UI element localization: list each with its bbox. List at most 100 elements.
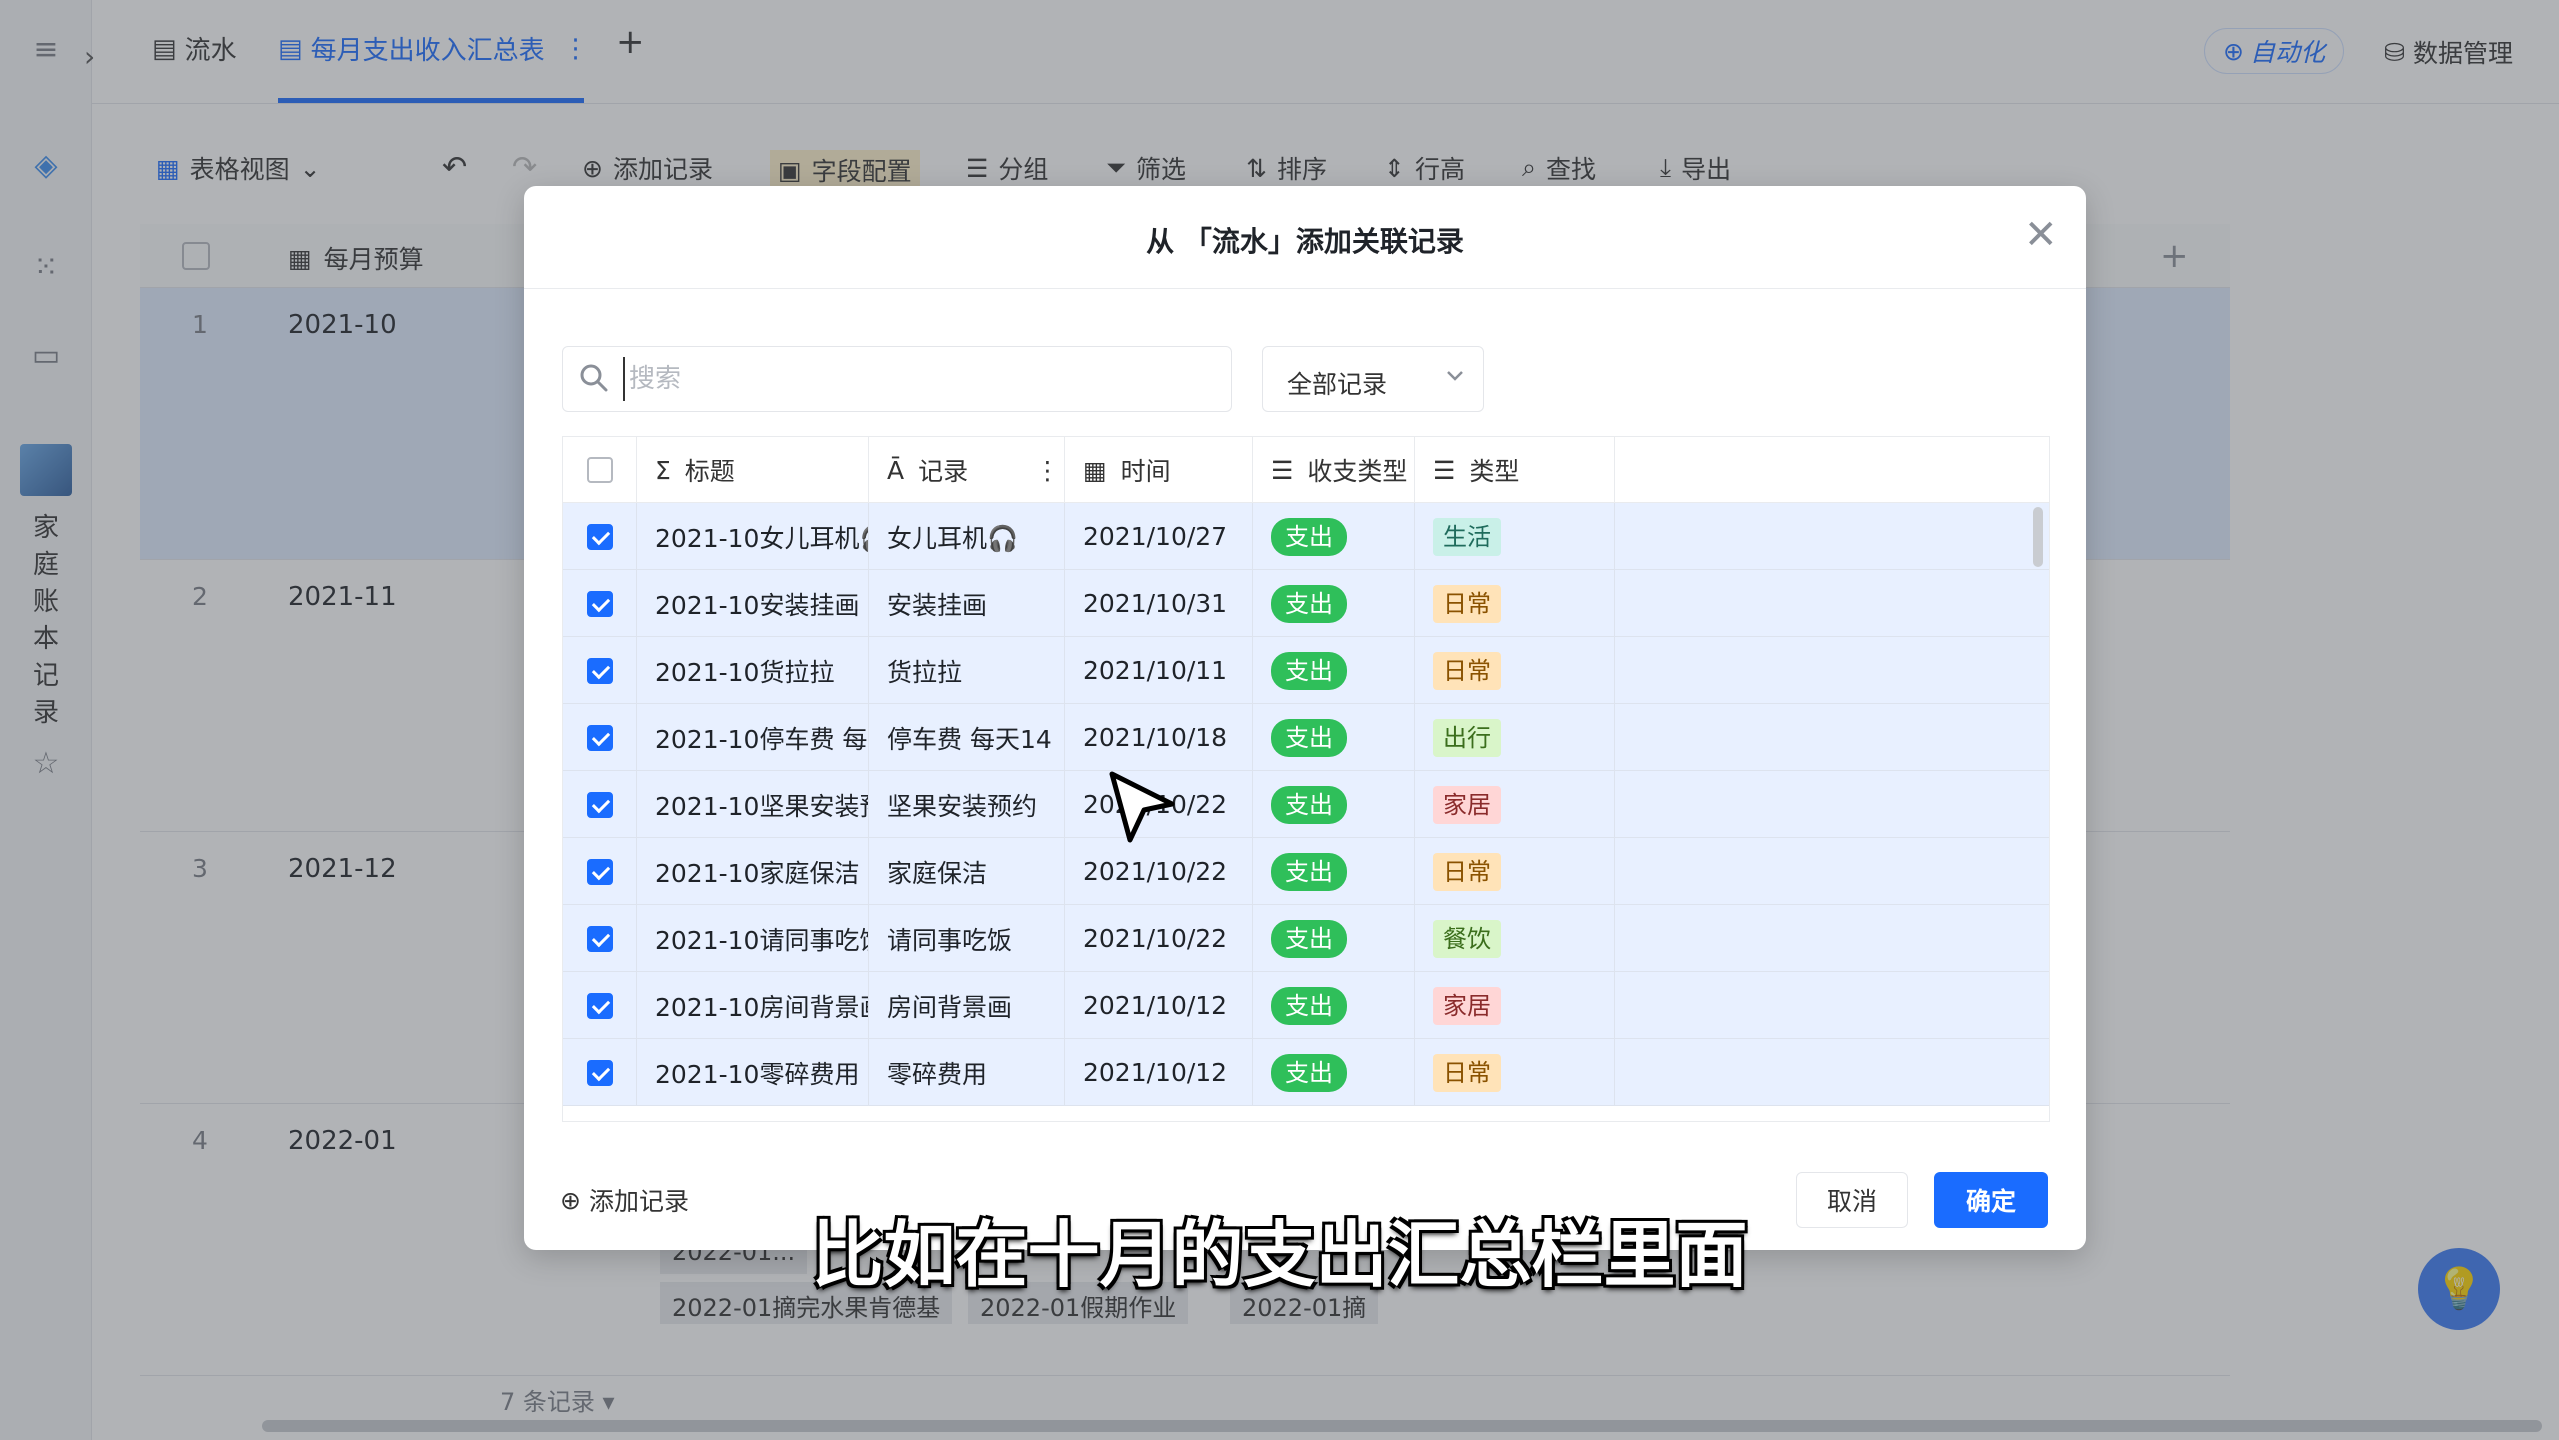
column-header-category[interactable]: ☰ 类型	[1415, 437, 1615, 503]
table-row[interactable]: 2021-10安装挂画 安装挂画 2021/10/31 支出 日常	[563, 570, 2049, 637]
table-row[interactable]: 2021-10女儿耳机🎧 女儿耳机🎧 2021/10/27 支出 生活	[563, 503, 2049, 570]
search-input[interactable]	[623, 357, 1213, 401]
record-filter-select[interactable]: 全部记录	[1262, 346, 1484, 412]
cell-record: 停车费 每天14	[869, 704, 1065, 771]
row-checkbox[interactable]	[587, 858, 613, 885]
cell-record: 安装挂画	[869, 570, 1065, 637]
records-table: Σ 标题 Ā 记录 ⋮ ▦ 时间 ☰ 收支类型 ☰ 类型 2021-10女儿耳机…	[562, 436, 2050, 1122]
cell-category: 出行	[1415, 704, 1615, 771]
search-box	[562, 346, 1232, 412]
cell-date: 2021/10/11	[1065, 637, 1253, 704]
cell-title: 2021-10停车费 每天14	[637, 704, 869, 771]
row-checkbox[interactable]	[587, 724, 613, 751]
table-header: Σ 标题 Ā 记录 ⋮ ▦ 时间 ☰ 收支类型 ☰ 类型	[563, 437, 2049, 503]
cell-date: 2021/10/27	[1065, 503, 1253, 570]
add-linked-record-dialog: 从 「流水」添加关联记录 ✕ 全部记录 Σ 标题 Ā 记录 ⋮	[524, 186, 2086, 1250]
row-checkbox[interactable]	[587, 791, 613, 818]
table-row[interactable]: 2021-10请同事吃饭 请同事吃饭 2021/10/22 支出 餐饮	[563, 905, 2049, 972]
row-checkbox-cell	[563, 1039, 637, 1106]
row-checkbox[interactable]	[587, 1059, 613, 1086]
row-checkbox-cell	[563, 838, 637, 905]
row-checkbox-cell	[563, 503, 637, 570]
row-checkbox[interactable]	[587, 925, 613, 952]
table-row[interactable]: 2021-10零碎费用 零碎费用 2021/10/12 支出 日常	[563, 1039, 2049, 1106]
row-checkbox-cell	[563, 771, 637, 838]
cell-type: 支出	[1253, 972, 1415, 1039]
cell-title: 2021-10坚果安装预约	[637, 771, 869, 838]
cell-type: 支出	[1253, 503, 1415, 570]
category-tag: 家居	[1433, 986, 1501, 1025]
more-icon[interactable]: ⋮	[1035, 456, 1060, 485]
row-checkbox[interactable]	[587, 590, 613, 617]
type-tag: 支出	[1271, 718, 1347, 757]
cell-category: 餐饮	[1415, 905, 1615, 972]
cell-title: 2021-10房间背景画	[637, 972, 869, 1039]
formula-icon: Σ	[655, 455, 671, 485]
type-tag: 支出	[1271, 919, 1347, 958]
column-header-type[interactable]: ☰ 收支类型	[1253, 437, 1415, 503]
row-checkbox[interactable]	[587, 523, 613, 550]
text-field-icon: Ā	[887, 455, 905, 485]
cell-title: 2021-10女儿耳机🎧	[637, 503, 869, 570]
cell-title: 2021-10家庭保洁	[637, 838, 869, 905]
type-tag: 支出	[1271, 852, 1347, 891]
cell-type: 支出	[1253, 905, 1415, 972]
cell-date: 2021/10/12	[1065, 1039, 1253, 1106]
row-checkbox-cell	[563, 637, 637, 704]
cell-date: 2021/10/22	[1065, 905, 1253, 972]
row-checkbox[interactable]	[587, 657, 613, 684]
category-tag: 日常	[1433, 651, 1501, 690]
cell-type: 支出	[1253, 771, 1415, 838]
cell-record: 女儿耳机🎧	[869, 503, 1065, 570]
type-tag: 支出	[1271, 651, 1347, 690]
row-checkbox-cell	[563, 905, 637, 972]
row-checkbox-cell	[563, 972, 637, 1039]
category-tag: 生活	[1433, 517, 1501, 556]
mouse-cursor-icon	[1109, 771, 1175, 843]
cell-record: 请同事吃饭	[869, 905, 1065, 972]
cell-category: 日常	[1415, 838, 1615, 905]
table-row[interactable]: 2021-10房间背景画 房间背景画 2021/10/12 支出 家居	[563, 972, 2049, 1039]
close-icon[interactable]: ✕	[2024, 212, 2058, 258]
table-row[interactable]: 2021-10家庭保洁 家庭保洁 2021/10/22 支出 日常	[563, 838, 2049, 905]
select-all-checkbox[interactable]	[587, 457, 613, 483]
type-tag: 支出	[1271, 785, 1347, 824]
cell-title: 2021-10请同事吃饭	[637, 905, 869, 972]
row-checkbox[interactable]	[587, 992, 613, 1019]
cell-category: 日常	[1415, 637, 1615, 704]
cell-title: 2021-10零碎费用	[637, 1039, 869, 1106]
category-tag: 日常	[1433, 584, 1501, 623]
column-header-record[interactable]: Ā 记录 ⋮	[869, 437, 1065, 503]
header-checkbox-cell	[563, 437, 637, 503]
table-row[interactable]: 2021-10坚果安装预约坚果安装预约2021/10/22支出家居	[563, 771, 2049, 838]
chevron-down-icon	[1447, 371, 1463, 381]
cell-category: 日常	[1415, 570, 1615, 637]
type-tag: 支出	[1271, 584, 1347, 623]
vertical-scrollbar[interactable]	[2033, 507, 2043, 567]
type-tag: 支出	[1271, 1053, 1347, 1092]
dialog-title: 从 「流水」添加关联记录	[1146, 225, 1464, 258]
cell-type: 支出	[1253, 637, 1415, 704]
cell-type: 支出	[1253, 838, 1415, 905]
category-tag: 日常	[1433, 1053, 1501, 1092]
list-icon: ☰	[1271, 455, 1294, 485]
column-header-title[interactable]: Σ 标题	[637, 437, 869, 503]
search-icon	[580, 364, 608, 392]
row-checkbox-cell	[563, 704, 637, 771]
category-tag: 家居	[1433, 785, 1501, 824]
cell-record: 房间背景画	[869, 972, 1065, 1039]
cell-date: 2021/10/18	[1065, 704, 1253, 771]
cell-category: 家居	[1415, 771, 1615, 838]
cell-record: 家庭保洁	[869, 838, 1065, 905]
list-icon: ☰	[1433, 455, 1456, 485]
type-tag: 支出	[1271, 517, 1347, 556]
column-header-date[interactable]: ▦ 时间	[1065, 437, 1253, 503]
table-row[interactable]: 2021-10停车费 每天14停车费 每天142021/10/18 支出 出行	[563, 704, 2049, 771]
cell-type: 支出	[1253, 1039, 1415, 1106]
cell-title: 2021-10安装挂画	[637, 570, 869, 637]
table-row[interactable]: 2021-10货拉拉 货拉拉 2021/10/11 支出 日常	[563, 637, 2049, 704]
calendar-icon: ▦	[1083, 455, 1107, 485]
category-tag: 出行	[1433, 718, 1501, 757]
row-checkbox-cell	[563, 570, 637, 637]
cell-record: 货拉拉	[869, 637, 1065, 704]
